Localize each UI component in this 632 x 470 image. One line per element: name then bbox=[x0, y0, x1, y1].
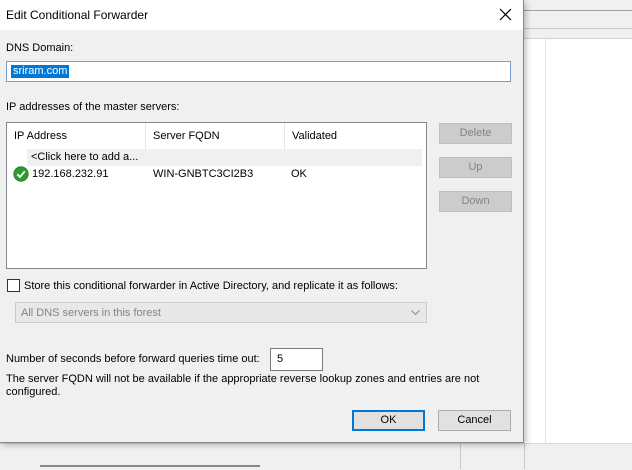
background-divider bbox=[524, 443, 525, 469]
title-bar: Edit Conditional Forwarder bbox=[0, 0, 523, 30]
column-header-server-fqdn[interactable]: Server FQDN bbox=[146, 123, 285, 149]
ok-button[interactable]: OK bbox=[352, 410, 425, 431]
replication-scope-dropdown[interactable]: All DNS servers in this forest bbox=[15, 302, 427, 323]
edit-conditional-forwarder-dialog: Edit Conditional Forwarder DNS Domain: s… bbox=[0, 0, 524, 443]
dns-domain-value: sriram.com bbox=[11, 65, 70, 78]
dialog-title: Edit Conditional Forwarder bbox=[6, 8, 149, 22]
master-servers-grid[interactable]: IP Address Server FQDN Validated <Click … bbox=[6, 122, 427, 269]
delete-button[interactable]: Delete bbox=[439, 123, 512, 144]
check-icon bbox=[13, 166, 29, 182]
replication-scope-value: All DNS servers in this forest bbox=[21, 307, 161, 319]
dns-domain-input[interactable]: sriram.com bbox=[6, 61, 511, 82]
validated-cell: OK bbox=[291, 168, 307, 180]
down-button[interactable]: Down bbox=[439, 191, 512, 212]
chevron-down-icon bbox=[411, 310, 420, 316]
background-divider bbox=[524, 10, 632, 11]
column-header-ip-address[interactable]: IP Address bbox=[7, 123, 146, 149]
ip-address-cell: 192.168.232.91 bbox=[32, 168, 109, 180]
fqdn-note: The server FQDN will not be available if… bbox=[6, 373, 480, 398]
background-scrollbar bbox=[40, 465, 260, 467]
background-divider bbox=[545, 38, 546, 453]
cancel-button[interactable]: Cancel bbox=[438, 410, 511, 431]
up-button[interactable]: Up bbox=[439, 157, 512, 178]
column-header-validated[interactable]: Validated bbox=[285, 123, 426, 149]
timeout-input[interactable]: 5 bbox=[270, 348, 323, 371]
background-divider bbox=[460, 443, 461, 469]
background-content-pane bbox=[524, 38, 632, 454]
master-servers-label: IP addresses of the master servers: bbox=[6, 101, 180, 113]
store-in-ad-label: Store this conditional forwarder in Acti… bbox=[24, 280, 398, 292]
timeout-value: 5 bbox=[277, 353, 284, 365]
add-server-row[interactable]: <Click here to add a... bbox=[27, 149, 422, 166]
close-icon bbox=[499, 8, 512, 21]
add-server-prompt: <Click here to add a... bbox=[31, 151, 139, 163]
store-in-ad-checkbox[interactable] bbox=[7, 279, 20, 292]
server-fqdn-cell: WIN-GNBTC3CI2B3 bbox=[153, 168, 254, 180]
background-divider bbox=[524, 28, 632, 29]
table-row[interactable]: 192.168.232.91 WIN-GNBTC3CI2B3 OK bbox=[7, 166, 426, 184]
timeout-label: Number of seconds before forward queries… bbox=[6, 353, 260, 365]
dns-domain-label: DNS Domain: bbox=[6, 42, 74, 54]
close-button[interactable] bbox=[493, 2, 519, 28]
